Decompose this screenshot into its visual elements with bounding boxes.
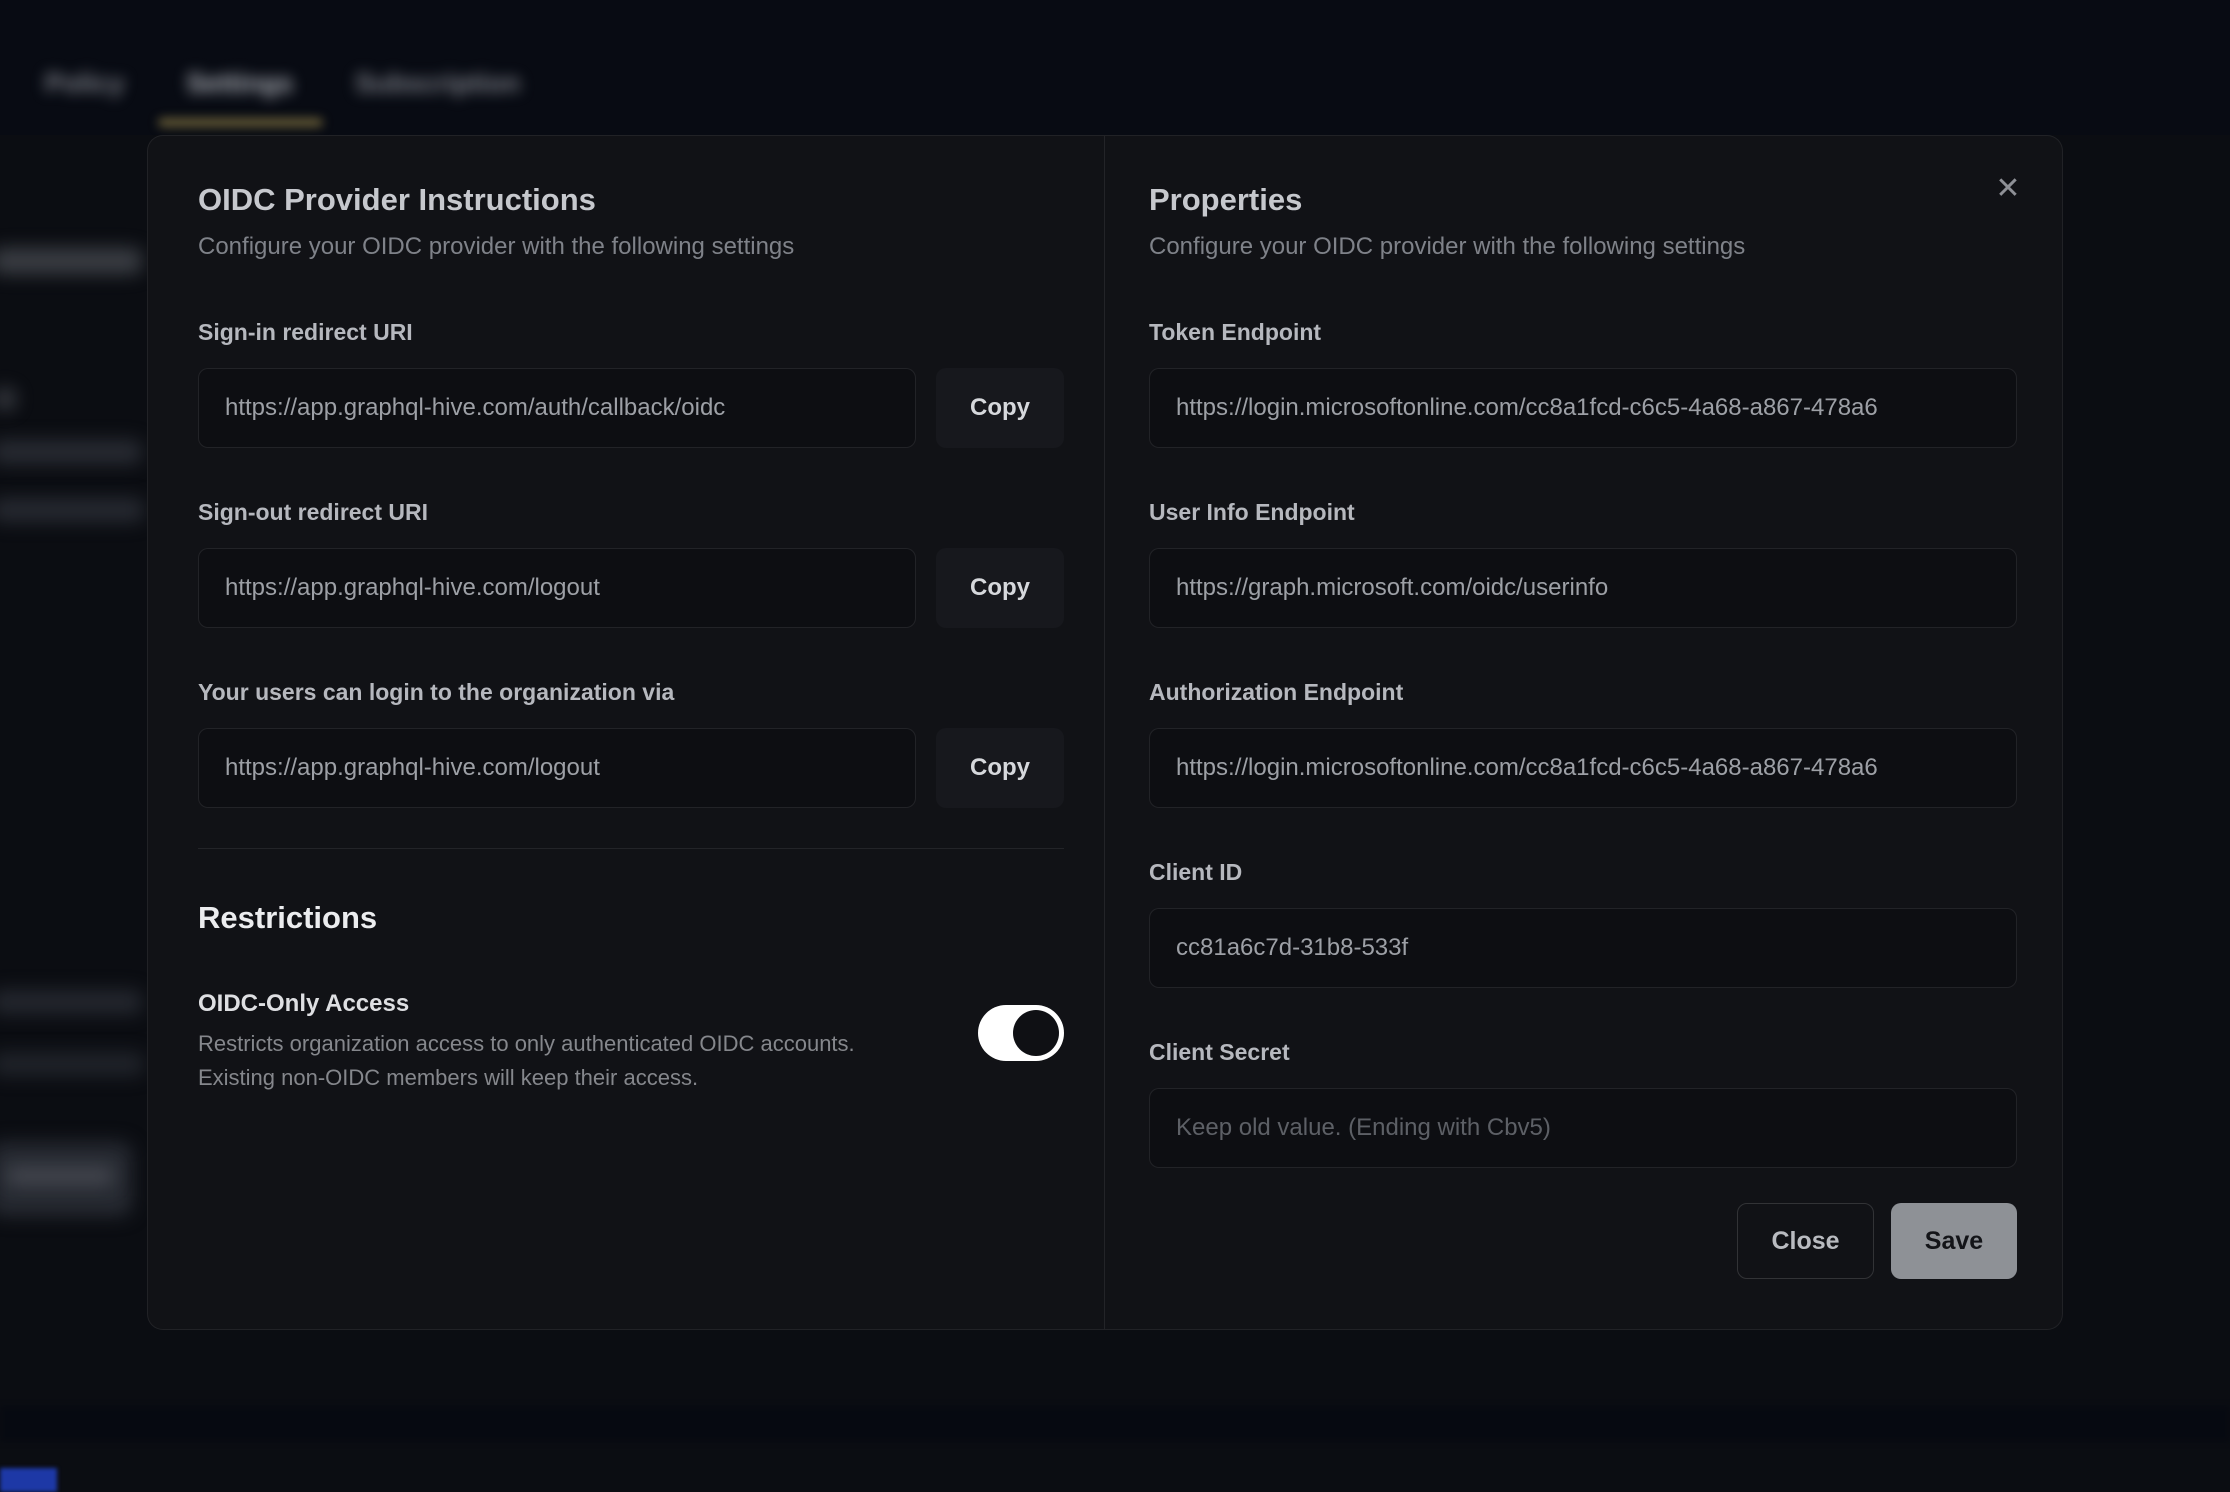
blurred-background-text bbox=[0, 1052, 144, 1076]
copy-sign-out-uri-button[interactable]: Copy bbox=[936, 548, 1064, 628]
instructions-subtitle: Configure your OIDC provider with the fo… bbox=[198, 232, 1064, 262]
token-endpoint-label: Token Endpoint bbox=[1149, 318, 2017, 346]
client-secret-label: Client Secret bbox=[1149, 1038, 2017, 1066]
tab-policy[interactable]: Policy bbox=[45, 68, 125, 99]
properties-subtitle: Configure your OIDC provider with the fo… bbox=[1149, 232, 2017, 262]
instructions-title: OIDC Provider Instructions bbox=[198, 180, 1064, 220]
copy-organization-login-uri-button[interactable]: Copy bbox=[936, 728, 1064, 808]
organization-login-uri-label: Your users can login to the organization… bbox=[198, 678, 1064, 706]
oidc-only-access-label: OIDC-Only Access bbox=[198, 989, 948, 1019]
oidc-only-access-row: OIDC-Only Access Restricts organization … bbox=[198, 989, 1064, 1095]
blurred-blue-element bbox=[0, 1468, 57, 1492]
close-button[interactable]: Close bbox=[1737, 1203, 1874, 1279]
oidc-only-access-description: Restricts organization access to only au… bbox=[198, 1027, 948, 1095]
client-id-input[interactable] bbox=[1149, 908, 2017, 988]
user-info-endpoint-label: User Info Endpoint bbox=[1149, 498, 2017, 526]
oidc-only-access-description-line1: Restricts organization access to only au… bbox=[198, 1027, 948, 1061]
blurred-background-dot bbox=[0, 388, 16, 410]
client-secret-row bbox=[1149, 1088, 2017, 1168]
copy-sign-in-uri-button[interactable]: Copy bbox=[936, 368, 1064, 448]
user-info-endpoint-row bbox=[1149, 548, 2017, 628]
active-tab-underline bbox=[158, 118, 323, 127]
tab-settings[interactable]: Settings bbox=[187, 68, 294, 99]
client-id-row bbox=[1149, 908, 2017, 988]
authorization-endpoint-row bbox=[1149, 728, 2017, 808]
oidc-only-access-description-line2: Existing non-OIDC members will keep thei… bbox=[198, 1061, 948, 1095]
authorization-endpoint-label: Authorization Endpoint bbox=[1149, 678, 2017, 706]
client-secret-input[interactable] bbox=[1149, 1088, 2017, 1168]
blurred-background-button-label bbox=[6, 1166, 114, 1186]
background-tabs: Policy Settings Subscription bbox=[45, 68, 520, 99]
tab-subscription[interactable]: Subscription bbox=[355, 68, 520, 99]
blurred-background-text bbox=[0, 498, 144, 522]
token-endpoint-input[interactable] bbox=[1149, 368, 2017, 448]
background-topbar: Policy Settings Subscription bbox=[0, 0, 2230, 135]
organization-login-uri-input[interactable] bbox=[198, 728, 916, 808]
authorization-endpoint-input[interactable] bbox=[1149, 728, 2017, 808]
properties-title: Properties bbox=[1149, 180, 2017, 220]
toggle-knob bbox=[1013, 1010, 1059, 1056]
instructions-column: OIDC Provider Instructions Configure you… bbox=[148, 136, 1105, 1329]
sign-out-redirect-uri-label: Sign-out redirect URI bbox=[198, 498, 1064, 526]
sign-in-redirect-uri-input[interactable] bbox=[198, 368, 916, 448]
background-band bbox=[0, 1406, 2230, 1442]
user-info-endpoint-input[interactable] bbox=[1149, 548, 2017, 628]
properties-column: Properties Configure your OIDC provider … bbox=[1105, 136, 2064, 1329]
token-endpoint-row bbox=[1149, 368, 2017, 448]
screen: Policy Settings Subscription ✕ OIDC Prov… bbox=[0, 0, 2230, 1492]
oidc-only-access-text: OIDC-Only Access Restricts organization … bbox=[198, 989, 948, 1095]
client-id-label: Client ID bbox=[1149, 858, 2017, 886]
blurred-background-text bbox=[0, 248, 142, 274]
modal-actions: Close Save bbox=[1149, 1203, 2017, 1279]
blurred-background-text bbox=[0, 440, 142, 464]
save-button[interactable]: Save bbox=[1891, 1203, 2017, 1279]
sign-in-redirect-uri-row: Copy bbox=[198, 368, 1064, 448]
oidc-only-access-toggle[interactable] bbox=[978, 1005, 1064, 1061]
restrictions-heading: Restrictions bbox=[198, 899, 1064, 937]
oidc-settings-modal: ✕ OIDC Provider Instructions Configure y… bbox=[147, 135, 2063, 1330]
sign-in-redirect-uri-label: Sign-in redirect URI bbox=[198, 318, 1064, 346]
sign-out-redirect-uri-row: Copy bbox=[198, 548, 1064, 628]
section-divider bbox=[198, 848, 1064, 849]
blurred-background-text bbox=[0, 990, 142, 1014]
sign-out-redirect-uri-input[interactable] bbox=[198, 548, 916, 628]
organization-login-uri-row: Copy bbox=[198, 728, 1064, 808]
